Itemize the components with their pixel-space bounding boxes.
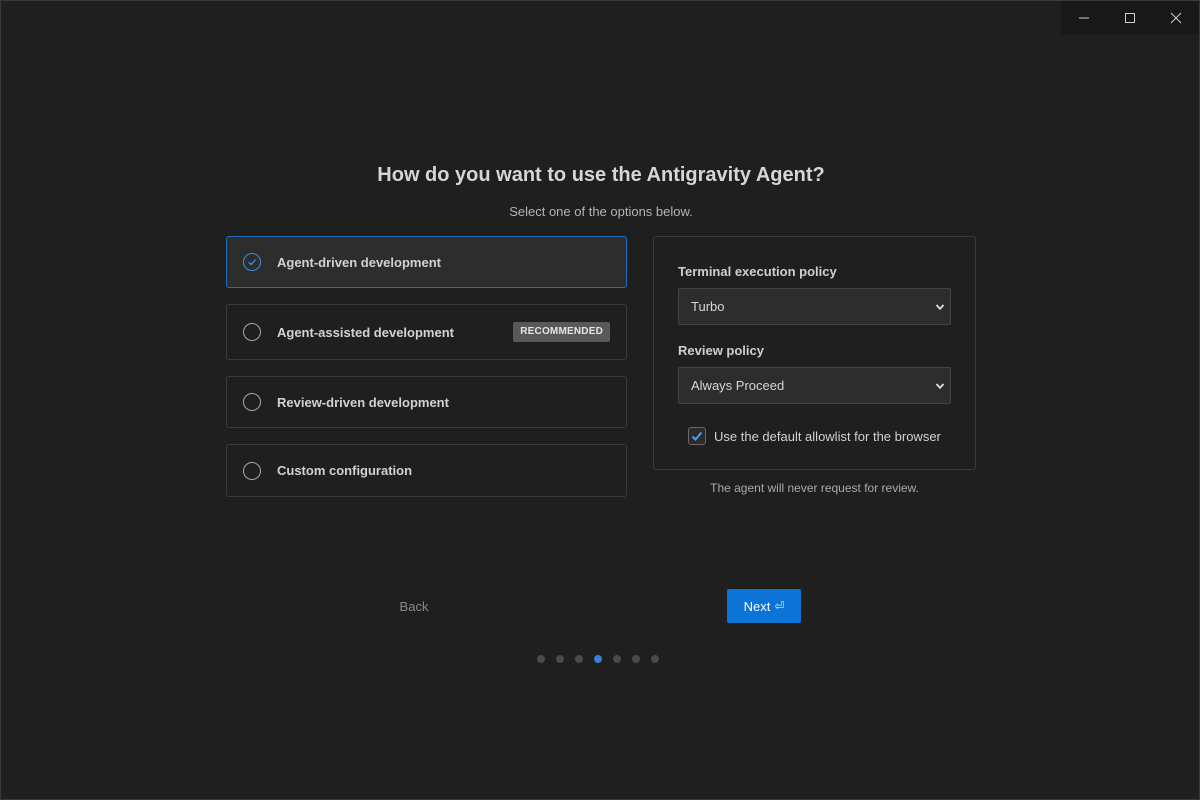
review-policy-label: Review policy (678, 343, 764, 358)
step-dot (575, 655, 583, 663)
review-policy-note: The agent will never request for review. (710, 481, 919, 495)
step-dot (556, 655, 564, 663)
step-dot (537, 655, 545, 663)
step-dot (632, 655, 640, 663)
next-button[interactable]: Next ⏎ (727, 589, 801, 623)
close-icon (1170, 12, 1182, 23)
back-button[interactable]: Back (371, 599, 457, 614)
terminal-policy-label: Terminal execution policy (678, 264, 837, 279)
enter-key-icon: ⏎ (774, 599, 785, 613)
option-agent-driven[interactable]: Agent-driven development (226, 236, 627, 288)
page-title: How do you want to use the Antigravity A… (377, 164, 825, 186)
option-agent-assisted[interactable]: Agent-assisted development RECOMMENDED (226, 304, 627, 360)
step-dot (651, 655, 659, 663)
step-dot (613, 655, 621, 663)
step-indicator (537, 655, 659, 663)
allowlist-checkbox[interactable] (688, 427, 706, 445)
option-label: Custom configuration (277, 463, 413, 478)
recommended-badge: RECOMMENDED (513, 322, 610, 342)
setup-window: How do you want to use the Antigravity A… (0, 0, 1200, 800)
terminal-policy-select[interactable]: Turbo (678, 288, 951, 325)
chevron-down-icon (935, 383, 945, 390)
maximize-icon (1125, 12, 1135, 23)
settings-panel: Terminal execution policy Turbo Review p… (653, 236, 976, 470)
page-subtitle: Select one of the options below. (509, 204, 693, 219)
window-controls (1061, 1, 1199, 34)
step-dot-current (594, 655, 602, 663)
radio-selected-icon (243, 253, 261, 271)
select-value: Turbo (691, 299, 725, 314)
checkmark-icon (691, 431, 703, 441)
option-label: Agent-driven development (277, 255, 441, 270)
minimize-icon (1079, 17, 1089, 18)
select-value: Always Proceed (691, 378, 785, 393)
maximize-button[interactable] (1107, 1, 1153, 34)
chevron-down-icon (935, 304, 945, 311)
allowlist-label: Use the default allowlist for the browse… (714, 429, 941, 444)
option-review-driven[interactable]: Review-driven development (226, 376, 627, 428)
radio-icon (243, 462, 261, 480)
option-custom-configuration[interactable]: Custom configuration (226, 444, 627, 497)
option-label: Agent-assisted development (277, 325, 454, 340)
radio-icon (243, 393, 261, 411)
minimize-button[interactable] (1061, 1, 1107, 34)
radio-icon (243, 323, 261, 341)
option-label: Review-driven development (277, 395, 449, 410)
review-policy-select[interactable]: Always Proceed (678, 367, 951, 404)
close-button[interactable] (1153, 1, 1199, 34)
next-label: Next (743, 598, 771, 614)
